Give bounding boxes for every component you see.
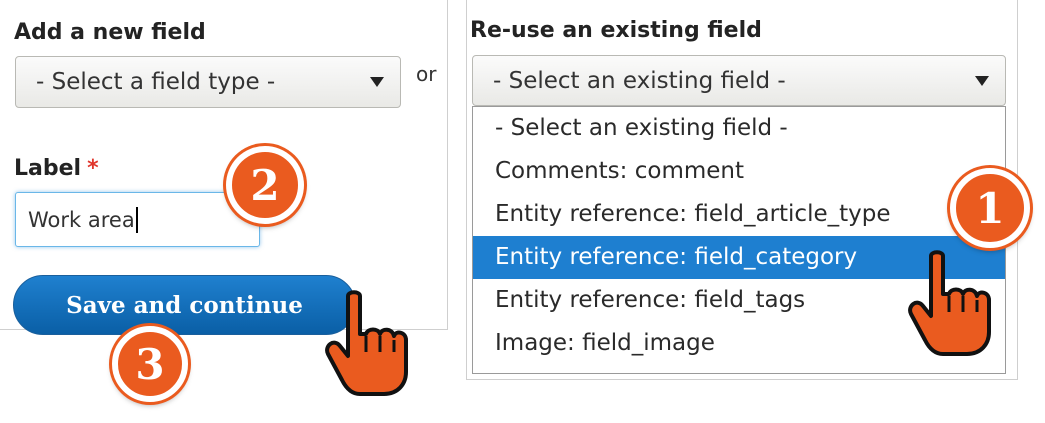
label-input-value: Work area — [28, 207, 135, 232]
field-type-select-value: - Select a field type - — [36, 69, 276, 95]
dropdown-option[interactable]: Entity reference: field_article_type — [473, 193, 1005, 236]
label-field-label: Label * — [14, 156, 99, 181]
dropdown-option[interactable]: Comments: comment — [473, 150, 1005, 193]
chevron-down-icon — [975, 75, 989, 86]
step-badge-1: 1 — [950, 168, 1030, 248]
pointing-hand-icon — [908, 250, 991, 356]
existing-field-select-value: - Select an existing field - — [493, 67, 786, 94]
or-separator: or — [416, 62, 437, 86]
required-marker: * — [87, 156, 99, 181]
reuse-field-heading: Re-use an existing field — [470, 18, 762, 43]
pointing-hand-icon — [325, 290, 408, 396]
existing-field-select[interactable]: - Select an existing field - — [472, 55, 1006, 106]
step-badge-3: 3 — [112, 326, 188, 402]
label-text: Label — [14, 156, 82, 181]
add-new-field-heading: Add a new field — [14, 20, 206, 45]
dropdown-option[interactable]: - Select an existing field - — [473, 107, 1005, 150]
chevron-down-icon — [370, 77, 384, 87]
field-type-select[interactable]: - Select a field type - — [15, 56, 401, 108]
text-cursor — [135, 206, 138, 233]
label-input[interactable]: Work area — [15, 192, 260, 247]
step-badge-2: 2 — [226, 146, 304, 224]
save-and-continue-button[interactable]: Save and continue — [13, 275, 356, 335]
